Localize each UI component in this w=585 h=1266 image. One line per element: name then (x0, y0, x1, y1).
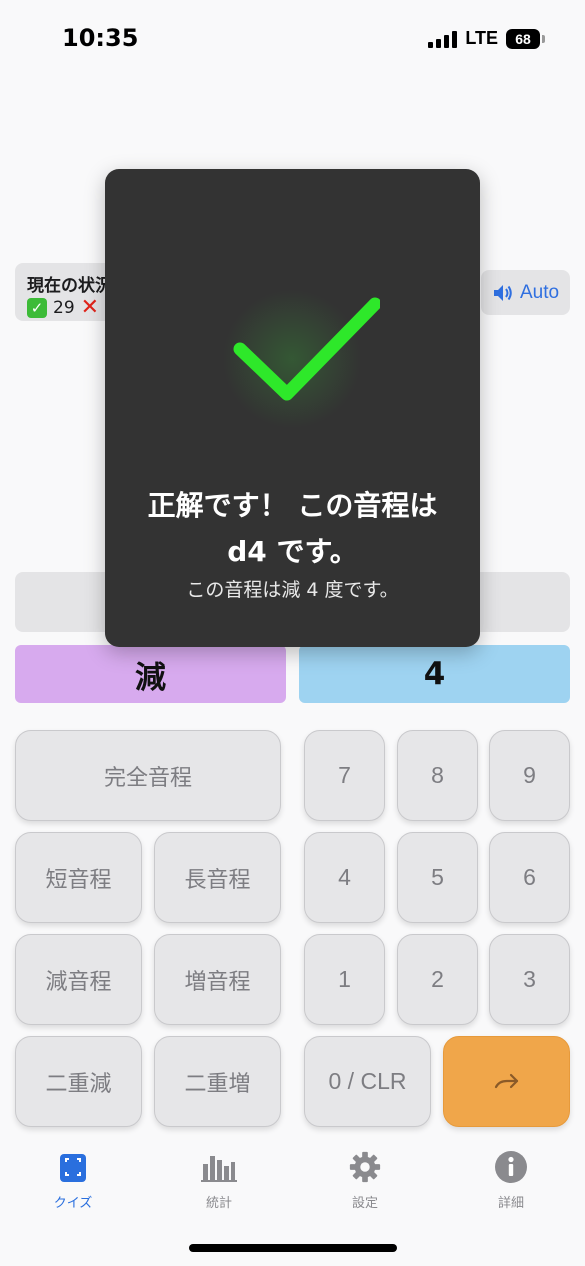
tab-quiz-label: クイズ (53, 1196, 93, 1211)
tab-quiz[interactable]: クイズ (33, 1150, 113, 1211)
status-time: 10:35 (62, 24, 139, 52)
gear-icon (349, 1151, 381, 1183)
feedback-subtitle: この音程は減 4 度です。 (186, 579, 399, 601)
correct-check-icon: ✓ (27, 297, 47, 318)
key-6[interactable]: 6 (489, 832, 570, 923)
battery-level: 68 (515, 30, 531, 47)
key-minor[interactable]: 短音程 (15, 832, 142, 923)
key-2[interactable]: 2 (397, 934, 478, 1025)
status-indicators: LTE 68 (428, 28, 545, 49)
key-5[interactable]: 5 (397, 832, 478, 923)
key-double-diminished[interactable]: 二重減 (15, 1036, 142, 1127)
feedback-title: 正解です！ この音程は d4 です。 (147, 489, 438, 568)
signal-icon (428, 30, 458, 48)
key-9[interactable]: 9 (489, 730, 570, 821)
tab-settings-label: 設定 (351, 1196, 378, 1211)
auto-label: Auto (519, 281, 560, 303)
key-4[interactable]: 4 (304, 832, 385, 923)
feedback-overlay: 正解です！ この音程は d4 です。 この音程は減 4 度です。 (105, 169, 480, 647)
score-line: ✓ 29 ✕ (27, 295, 99, 320)
selected-quality: 減 (15, 645, 286, 703)
checkmark-icon (233, 297, 380, 401)
battery-tip (542, 34, 545, 43)
key-perfect[interactable]: 完全音程 (15, 730, 281, 821)
key-1[interactable]: 1 (304, 934, 385, 1025)
key-clear[interactable]: 0 / CLR (304, 1036, 431, 1127)
key-7[interactable]: 7 (304, 730, 385, 821)
key-3[interactable]: 3 (489, 934, 570, 1025)
tab-details[interactable]: 詳細 (471, 1150, 551, 1211)
chart-icon (201, 1156, 237, 1182)
selected-number: 4 (299, 645, 570, 703)
key-major[interactable]: 長音程 (154, 832, 281, 923)
submit-button[interactable] (443, 1036, 570, 1127)
auto-play-button[interactable]: Auto (481, 270, 570, 315)
tab-stats-label: 統計 (205, 1196, 232, 1211)
arrow-right-icon (494, 1073, 518, 1088)
quiz-icon (60, 1154, 86, 1182)
key-diminished[interactable]: 減音程 (15, 934, 142, 1025)
speaker-icon (493, 284, 512, 301)
wrong-cross-icon: ✕ (80, 295, 100, 320)
key-8[interactable]: 8 (397, 730, 478, 821)
key-augmented[interactable]: 増音程 (154, 934, 281, 1025)
info-icon (495, 1151, 527, 1183)
tab-details-label: 詳細 (497, 1196, 524, 1211)
tab-stats[interactable]: 統計 (179, 1150, 259, 1211)
tab-settings[interactable]: 設定 (325, 1150, 405, 1211)
home-indicator (189, 1244, 397, 1252)
score-title: 現在の状況 (27, 276, 112, 296)
battery-icon: 68 (506, 28, 540, 49)
correct-count: 29 (53, 297, 75, 318)
key-double-augmented[interactable]: 二重増 (154, 1036, 281, 1127)
network-type: LTE (465, 28, 498, 48)
